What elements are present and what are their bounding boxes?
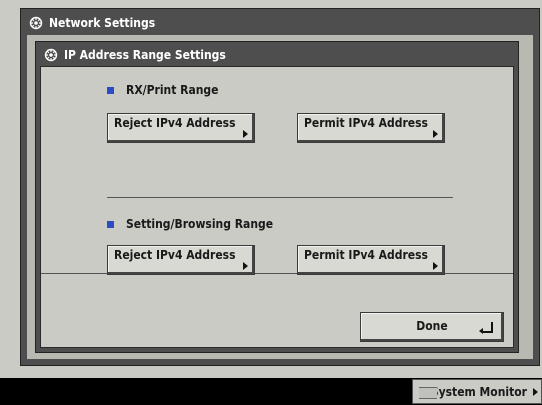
setting-browsing-range-label: Setting/Browsing Range (107, 217, 273, 231)
arrow-right-icon (243, 130, 248, 138)
inner-title-bar: IP Address Range Settings (44, 45, 226, 65)
section-label-text: Setting/Browsing Range (126, 217, 274, 231)
outer-body: IP Address Range Settings RX/Print Range… (27, 35, 533, 359)
status-bar: System Monitor (0, 378, 542, 405)
section-divider (107, 197, 453, 198)
gear-icon (29, 16, 43, 30)
arrow-right-icon (243, 262, 248, 270)
outer-window-title: Network Settings (49, 16, 156, 30)
ip-range-settings-window: IP Address Range Settings RX/Print Range… (35, 41, 519, 353)
system-monitor-label: System Monitor (430, 384, 527, 399)
gear-icon (44, 48, 58, 62)
arrow-right-icon (433, 130, 438, 138)
button-label: Reject IPv4 Address (114, 116, 236, 130)
rx-print-range-label: RX/Print Range (107, 83, 218, 97)
inner-body: RX/Print Range Reject IPv4 Address Permi… (40, 66, 514, 348)
done-button[interactable]: Done (360, 312, 504, 342)
button-label: Permit IPv4 Address (304, 248, 428, 262)
monitor-icon (419, 387, 437, 399)
bullet-icon (107, 86, 114, 94)
rx-reject-ipv4-button[interactable]: Reject IPv4 Address (107, 113, 255, 143)
browsing-reject-ipv4-button[interactable]: Reject IPv4 Address (107, 245, 255, 275)
range-settings-content: RX/Print Range Reject IPv4 Address Permi… (41, 67, 513, 275)
arrow-right-icon (533, 388, 538, 396)
bullet-icon (107, 220, 114, 228)
rx-permit-ipv4-button[interactable]: Permit IPv4 Address (297, 113, 445, 143)
button-label: Permit IPv4 Address (304, 116, 428, 130)
done-label: Done (416, 319, 448, 333)
return-icon (479, 322, 493, 334)
screen: Network Settings IP Address Range Settin… (0, 0, 542, 378)
outer-title-bar: Network Settings (29, 13, 155, 33)
arrow-right-icon (433, 262, 438, 270)
section-label-text: RX/Print Range (126, 83, 219, 97)
inner-window-title: IP Address Range Settings (64, 48, 226, 62)
browsing-permit-ipv4-button[interactable]: Permit IPv4 Address (297, 245, 445, 275)
button-label: Reject IPv4 Address (114, 248, 236, 262)
system-monitor-button[interactable]: System Monitor (412, 379, 542, 404)
